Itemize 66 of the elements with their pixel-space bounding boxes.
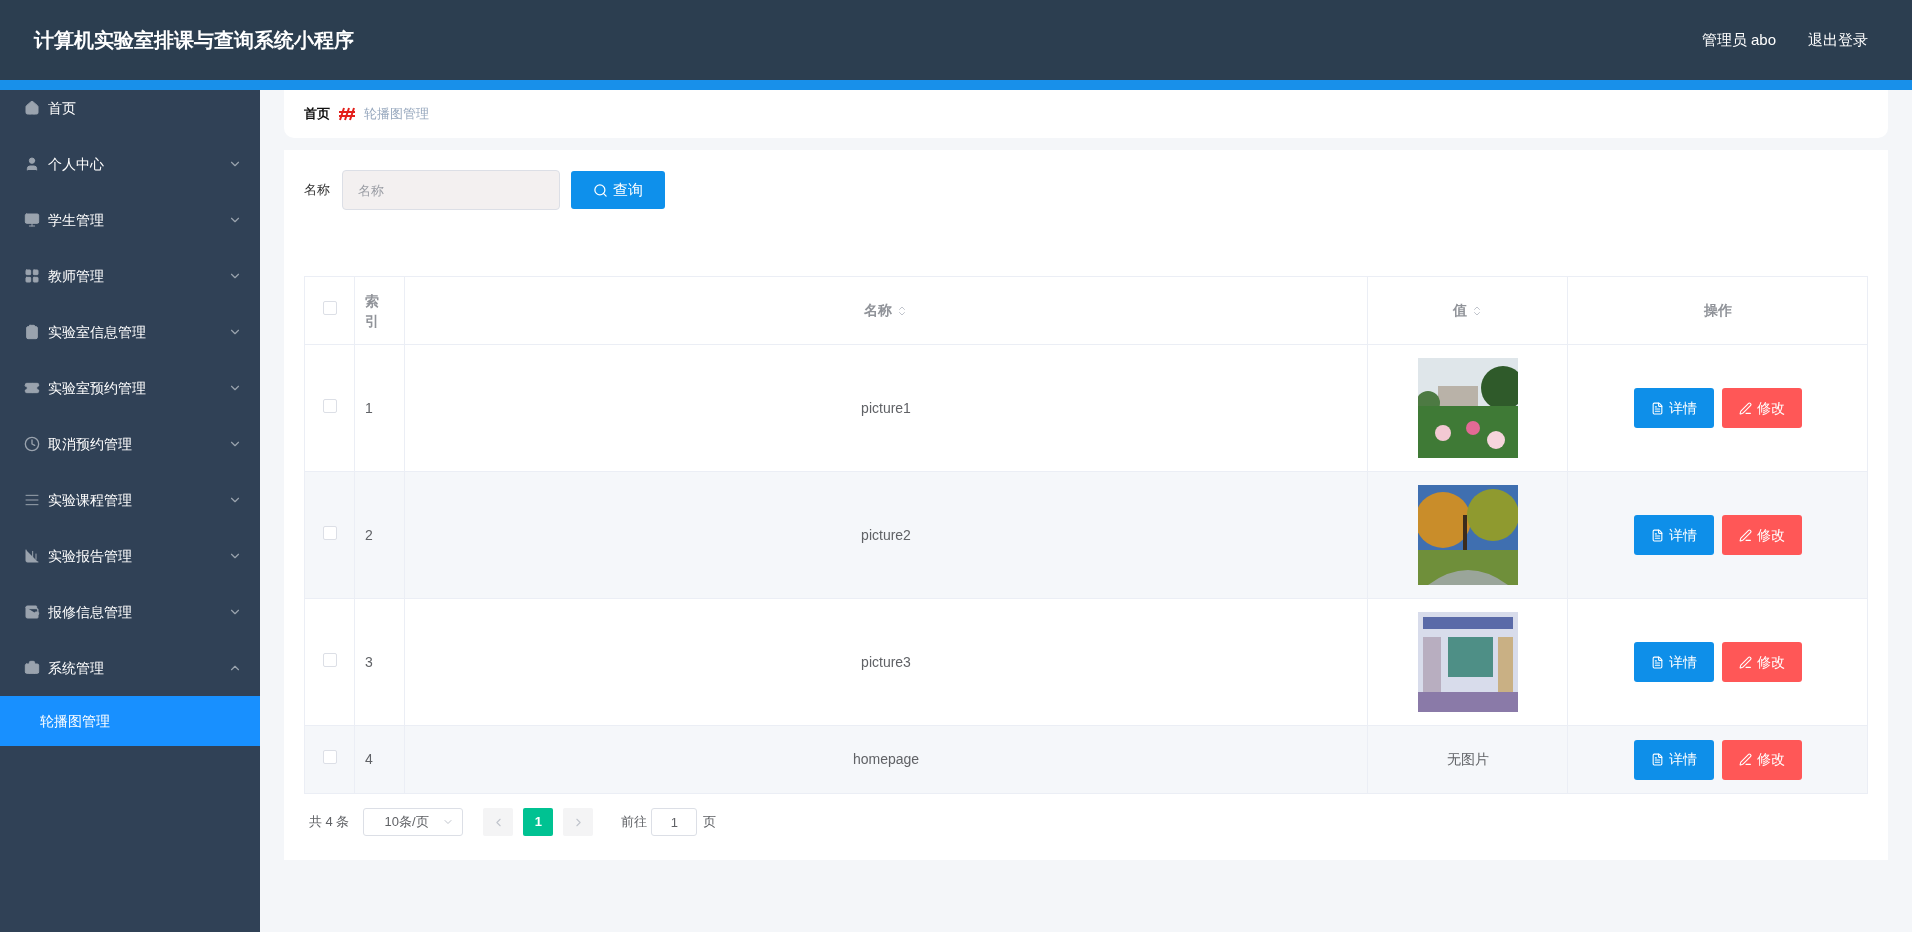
value-cell-text: 无图片	[1446, 750, 1489, 769]
checkbox[interactable]	[322, 525, 337, 540]
checkbox[interactable]	[322, 301, 337, 315]
document-icon	[1650, 655, 1664, 669]
sidebar-item[interactable]: 报修信息管理	[0, 584, 260, 640]
name-cell: homepage	[852, 751, 920, 767]
detail-button[interactable]: 详情	[1633, 515, 1714, 555]
index-cell: 2	[365, 526, 373, 543]
breadcrumb-current: 轮播图管理	[364, 105, 429, 124]
sidebar-item[interactable]: 实验室信息管理	[0, 304, 260, 360]
home-icon	[24, 100, 40, 116]
checkbox[interactable]	[322, 750, 337, 764]
grid-icon	[24, 268, 40, 284]
pencil-icon	[1738, 655, 1752, 669]
checkbox[interactable]	[322, 652, 337, 667]
document-icon	[1650, 528, 1664, 542]
list-icon	[24, 492, 40, 508]
goto-suffix: 页	[703, 813, 717, 832]
search-label: 名称	[304, 181, 330, 200]
sidebar-item[interactable]: 教师管理	[0, 248, 260, 304]
briefcase-icon	[24, 660, 40, 676]
app-title: 计算机实验室排课与查询系统小程序	[34, 28, 354, 53]
column-header: 操作	[1703, 302, 1732, 318]
sidebar-item[interactable]: 实验室预约管理	[0, 360, 260, 416]
checkbox[interactable]	[322, 398, 337, 413]
sidebar-item[interactable]: 个人中心	[0, 136, 260, 192]
sidebar-item[interactable]: 学生管理	[0, 192, 260, 248]
search-button[interactable]: 查询	[571, 171, 665, 209]
document-icon	[1650, 401, 1664, 415]
name-cell: picture1	[861, 399, 911, 416]
monitor-icon	[24, 212, 40, 228]
search-icon	[593, 182, 608, 198]
detail-button[interactable]: 详情	[1633, 388, 1714, 428]
pencil-icon	[1738, 753, 1752, 766]
sidebar-item[interactable]: 实验报告管理	[0, 528, 260, 584]
name-cell: picture2	[861, 526, 911, 543]
search-field[interactable]: 名称	[342, 170, 560, 210]
prev-page-button[interactable]	[483, 808, 514, 836]
index-cell: 3	[365, 653, 373, 670]
index-cell: 4	[365, 751, 373, 767]
pencil-icon	[1738, 401, 1752, 415]
pencil-icon	[1738, 528, 1752, 542]
page-size-select[interactable]: 10条/页	[363, 808, 464, 836]
wallet-icon	[24, 604, 40, 620]
name-cell: picture3	[861, 653, 911, 670]
page-input[interactable]: 1	[651, 808, 698, 836]
sidebar-item[interactable]: 取消预约管理	[0, 416, 260, 472]
detail-button[interactable]: 详情	[1633, 739, 1714, 780]
user-icon	[24, 156, 40, 172]
ticket-icon	[24, 380, 40, 396]
total-count: 共 4 条	[309, 813, 350, 832]
document-icon	[1650, 753, 1664, 766]
sidebar-item[interactable]: 实验课程管理	[0, 472, 260, 528]
index-cell: 1	[365, 399, 373, 416]
column-header: 索引	[354, 276, 405, 345]
next-page-button[interactable]	[563, 808, 594, 836]
logout-link[interactable]: 退出登录	[1808, 28, 1868, 52]
user-label: 管理员 abo	[1701, 29, 1776, 50]
goto-label: 前往	[621, 813, 648, 832]
sidebar-item[interactable]: 系统管理	[0, 640, 260, 696]
detail-button[interactable]: 详情	[1633, 642, 1714, 682]
separator-icon	[338, 107, 356, 121]
sort-icon[interactable]	[896, 304, 908, 317]
clock-icon	[24, 436, 40, 452]
breadcrumb-link[interactable]: 首页	[304, 104, 330, 124]
sidebar-item[interactable]: 首页	[0, 90, 260, 136]
